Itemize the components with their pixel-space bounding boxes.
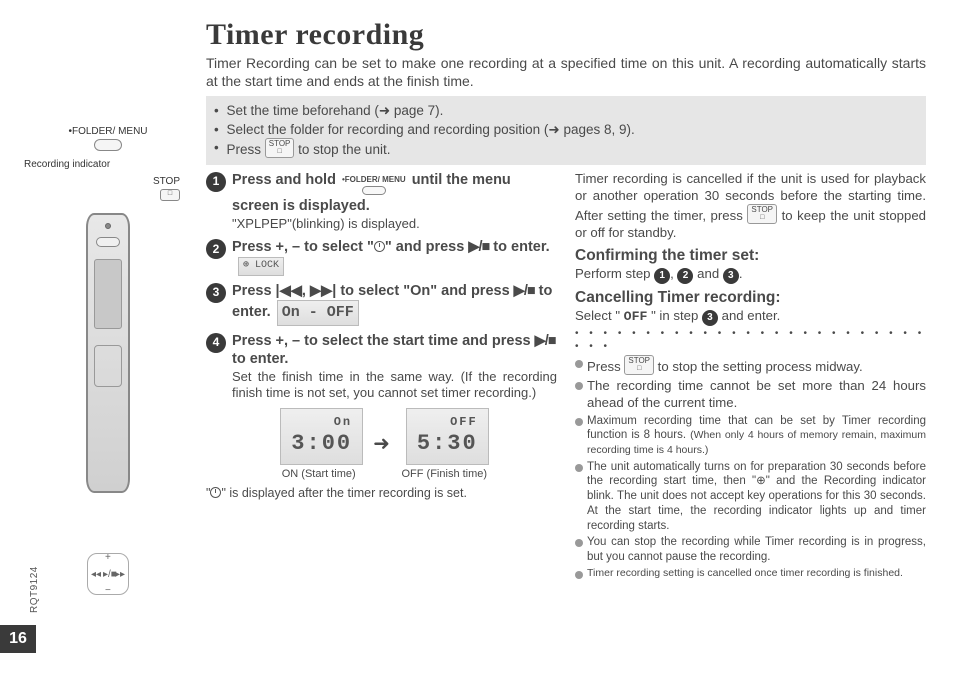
step-number-3: 3: [206, 283, 226, 303]
right-arrow-icon: ➜: [373, 432, 390, 458]
bullet-icon: [575, 464, 583, 472]
preparation-box: • Set the time beforehand (➜ page 7). • …: [206, 96, 926, 165]
folder-menu-button-illustration: [94, 139, 122, 151]
cancel-line: Select " OFF " in step 3 and enter.: [575, 308, 926, 326]
s4b: to enter.: [232, 351, 288, 367]
right-column: Timer recording is cancelled if the unit…: [575, 171, 926, 582]
play-stop-icon: ▶/■: [535, 333, 556, 349]
bullet-icon: [575, 539, 583, 547]
folder-menu-key-icon: •FOLDER/ MENU: [340, 175, 408, 195]
clock-icon: [210, 487, 221, 498]
clock-icon: [374, 241, 385, 252]
s2b: " and press: [385, 239, 468, 255]
intro-text: Timer Recording can be set to make one r…: [206, 54, 926, 90]
stop-key-icon: STOP□: [624, 355, 654, 375]
right-arrow-icon: ➜: [379, 102, 390, 120]
lcd-off-caption: OFF (Finish time): [400, 467, 489, 481]
bullet-icon: [575, 418, 583, 426]
step-4: 4 Press +, – to select the start time an…: [206, 332, 557, 402]
s3a: Press: [232, 283, 276, 299]
step-number-2: 2: [206, 239, 226, 259]
left-rail: •FOLDER/ MENU Recording indicator STOP □…: [18, 18, 198, 595]
dotted-divider: • • • • • • • • • • • • • • • • • • • • …: [575, 328, 926, 354]
on-glyph: On: [410, 283, 430, 299]
lcd-off: OFF5:30: [406, 408, 489, 466]
play-stop-icon: ▶/■: [468, 239, 489, 255]
s1a: Press and hold: [232, 172, 340, 188]
s2a: Press +, – to select ": [232, 239, 374, 255]
bullet-1: Press STOP□ to stop the setting process …: [575, 356, 926, 376]
prep-line1b: page 7).: [390, 103, 443, 118]
prep-line2b: pages 8, 9).: [560, 122, 635, 137]
device-folder-button: [96, 237, 120, 247]
bullet-4: The unit automatically turns on for prep…: [575, 460, 926, 534]
steps-column: 1 Press and hold •FOLDER/ MENU until the…: [206, 171, 557, 582]
lcd-step2: ⊕ LOCK: [238, 257, 284, 276]
step-number-1: 1: [206, 172, 226, 192]
s4-note: Set the finish time in the same way. (If…: [232, 369, 557, 402]
doc-code: RQT9124: [29, 566, 40, 613]
step-ref-1: 1: [654, 268, 670, 284]
step-ref-3: 3: [702, 310, 718, 326]
device-illustration: [86, 213, 130, 493]
after-set-note: "" is displayed after the timer recordin…: [206, 485, 557, 501]
main-content: Timer recording Timer Recording can be s…: [206, 18, 926, 595]
right-para1: Timer recording is cancelled if the unit…: [575, 171, 926, 242]
bullet-2: The recording time cannot be set more th…: [575, 378, 926, 412]
label-recording-indicator: Recording indicator: [24, 159, 198, 170]
bullet-icon: [575, 382, 583, 390]
s3b: to select ": [336, 283, 410, 299]
page-title: Timer recording: [206, 18, 926, 52]
stop-button-illustration: □: [160, 189, 180, 201]
s4a: Press +, – to select the start time and …: [232, 333, 535, 349]
bullet-icon: [575, 571, 583, 579]
heading-cancel: Cancelling Timer recording:: [575, 288, 926, 308]
bullet-5: You can stop the recording while Timer r…: [575, 535, 926, 564]
prep-line3a: Press: [226, 142, 264, 157]
s2c: to enter.: [489, 239, 549, 255]
lcd-row: On3:00 ON (Start time) ➜ OFF5:30 OFF (Fi…: [206, 408, 557, 482]
page-number: 16: [0, 625, 36, 653]
lcd-step3: On - OFF: [277, 300, 359, 325]
confirm-line: Perform step 1, 2 and 3.: [575, 266, 926, 284]
step-number-4: 4: [206, 333, 226, 353]
play-stop-icon: ▶/■: [514, 283, 535, 299]
device-screen: [94, 259, 122, 329]
s1-note: "XPLPEP"(blinking) is displayed.: [232, 216, 557, 233]
bullet-6: Timer recording setting is cancelled onc…: [575, 567, 926, 580]
s3c: " and press: [430, 283, 513, 299]
bullet-3: Maximum recording time that can be set b…: [575, 414, 926, 458]
stop-key-icon: STOP□: [265, 138, 295, 158]
prep-line1a: Set the time beforehand (: [226, 103, 378, 118]
step-3: 3 Press |◀◀, ▶▶| to select "On" and pres…: [206, 282, 557, 326]
heading-confirm: Confirming the timer set:: [575, 246, 926, 266]
step-ref-2: 2: [677, 268, 693, 284]
prep-line3b: to stop the unit.: [294, 142, 390, 157]
bullet-icon: [575, 360, 583, 368]
lcd-on-caption: ON (Start time): [274, 467, 363, 481]
recording-led-icon: [105, 223, 111, 229]
rew-ff-icon: |◀◀, ▶▶|: [276, 283, 337, 299]
prep-line2a: Select the folder for recording and reco…: [226, 122, 548, 137]
stop-key-icon: STOP□: [747, 204, 777, 224]
label-stop: STOP: [18, 176, 180, 187]
right-arrow-icon: ➜: [548, 121, 559, 139]
step-2: 2 Press +, – to select "" and press ▶/■ …: [206, 238, 557, 275]
lcd-on: On3:00: [280, 408, 363, 466]
control-pad-illustration: + − ◂◂ ▸▸ ▸/■: [87, 553, 129, 595]
label-folder-menu: •FOLDER/ MENU: [18, 126, 198, 137]
step-ref-3: 3: [723, 268, 739, 284]
step-1: 1 Press and hold •FOLDER/ MENU until the…: [206, 171, 557, 232]
device-pad: [94, 345, 122, 387]
